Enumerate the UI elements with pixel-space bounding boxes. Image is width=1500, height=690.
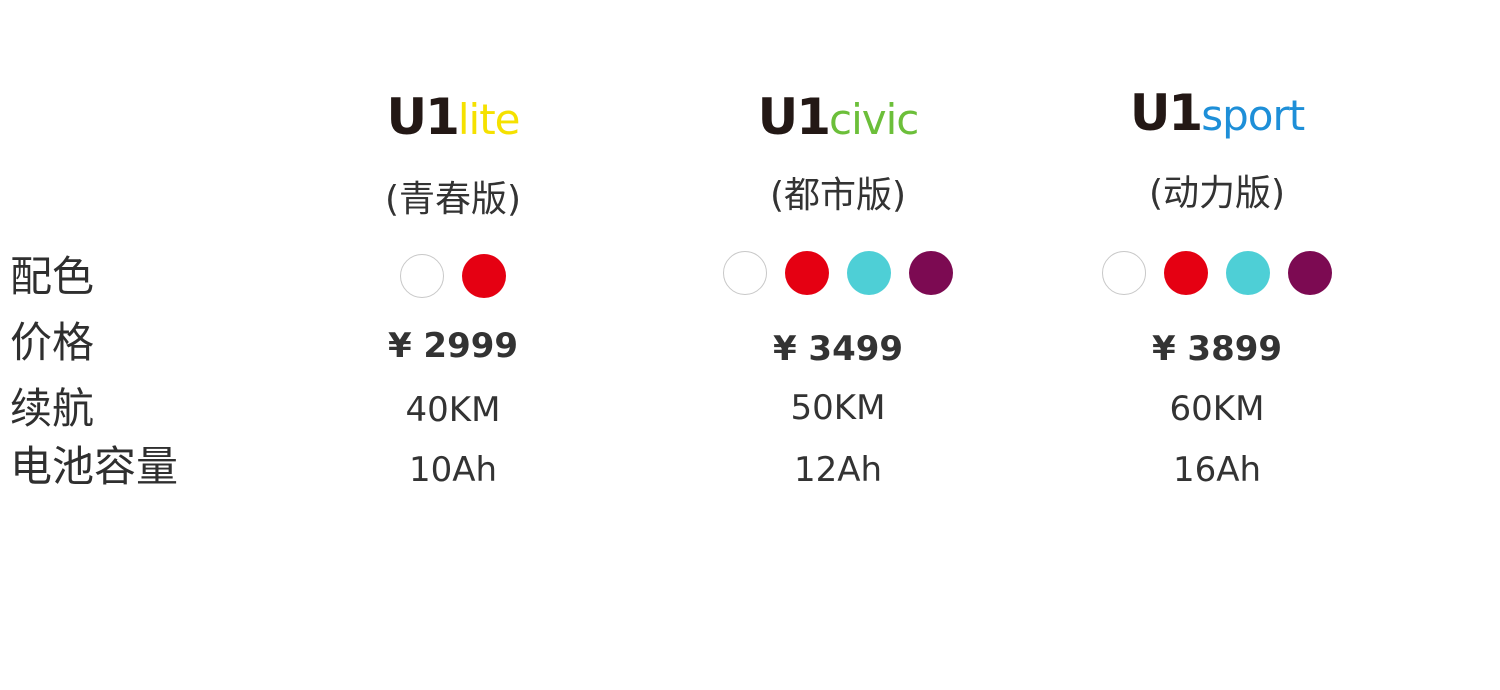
color-swatch[interactable]: [1164, 251, 1208, 295]
color-swatch[interactable]: [909, 251, 953, 295]
logo-prefix: U1: [386, 88, 459, 146]
model-column-sport: U1sport (动力版) ¥ 3899 60KM 16Ah: [1037, 0, 1397, 690]
model-logo-civic: U1civic: [658, 92, 1018, 142]
range-value: 50KM: [790, 388, 886, 428]
color-swatch[interactable]: [1102, 251, 1146, 295]
model-logo-sport: U1sport: [1037, 88, 1397, 138]
color-swatch[interactable]: [1226, 251, 1270, 295]
color-swatch[interactable]: [462, 254, 506, 298]
logo-variant: lite: [457, 95, 521, 144]
color-swatches: [273, 254, 633, 298]
model-logo-lite: U1lite: [273, 92, 633, 142]
edition-label: (动力版): [1148, 173, 1286, 214]
logo-prefix: U1: [757, 88, 831, 146]
edition-label: (都市版): [769, 175, 907, 216]
range-value: 40KM: [405, 390, 501, 430]
edition-label: (青春版): [384, 179, 522, 220]
color-swatch[interactable]: [400, 254, 444, 298]
color-swatch[interactable]: [847, 251, 891, 295]
color-swatches: [658, 251, 1018, 295]
battery-value: 16Ah: [1172, 450, 1262, 490]
price-value: ¥ 3899: [1151, 329, 1283, 369]
row-label-price: 价格: [10, 318, 95, 367]
color-swatches: [1037, 251, 1397, 295]
row-label-battery: 电池容量: [10, 442, 179, 491]
row-label-colors: 配色: [10, 252, 95, 301]
color-swatch[interactable]: [785, 251, 829, 295]
color-swatch[interactable]: [1288, 251, 1332, 295]
logo-variant: civic: [829, 95, 919, 144]
logo-variant: sport: [1201, 91, 1305, 140]
battery-value: 10Ah: [408, 450, 498, 490]
logo-prefix: U1: [1129, 84, 1203, 142]
model-column-civic: U1civic (都市版) ¥ 3499 50KM 12Ah: [658, 0, 1018, 690]
price-value: ¥ 2999: [387, 326, 519, 366]
row-label-range: 续航: [10, 384, 95, 433]
battery-value: 12Ah: [793, 450, 883, 490]
model-column-lite: U1lite (青春版) ¥ 2999 40KM 10Ah: [273, 0, 633, 690]
color-swatch[interactable]: [723, 251, 767, 295]
range-value: 60KM: [1169, 389, 1265, 429]
price-value: ¥ 3499: [772, 329, 904, 369]
